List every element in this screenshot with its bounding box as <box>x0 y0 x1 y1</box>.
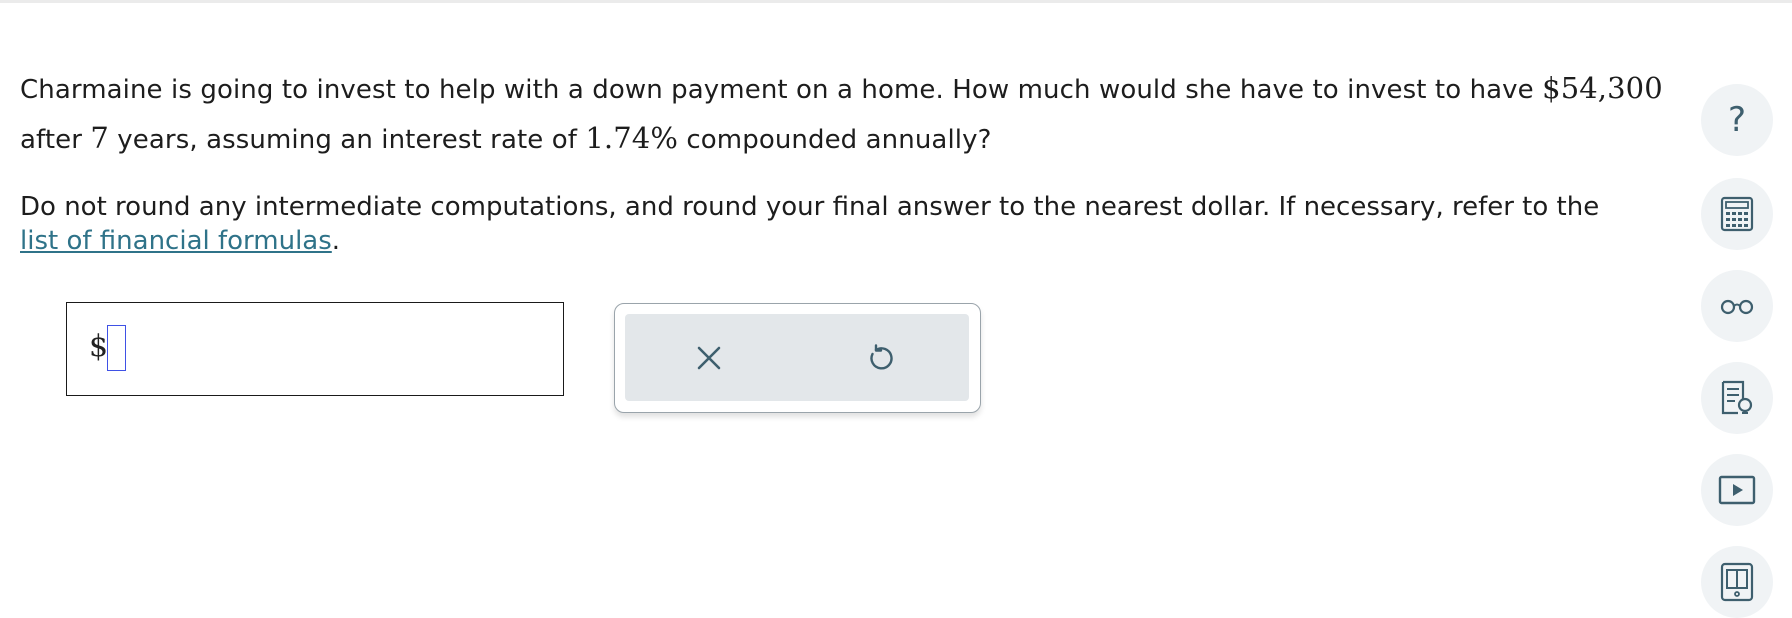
explanation-button[interactable] <box>1701 362 1773 434</box>
clear-button[interactable] <box>687 336 731 380</box>
calculator-button[interactable] <box>1701 178 1773 250</box>
problem-text-1: Charmaine is going to invest to help wit… <box>20 75 1543 105</box>
ebook-button[interactable] <box>1701 546 1773 618</box>
video-button[interactable] <box>1701 454 1773 526</box>
rate-value: 1.74% <box>585 121 679 155</box>
action-panel <box>614 303 981 413</box>
problem-text-3: years, assuming an interest rate of <box>108 125 586 155</box>
lightbulb-document-icon <box>1721 380 1753 415</box>
book-icon <box>1720 562 1754 602</box>
undo-button[interactable] <box>859 336 903 380</box>
instructions: Do not round any intermediate computatio… <box>20 190 1720 258</box>
video-play-icon <box>1718 475 1756 505</box>
instructions-text: Do not round any intermediate computatio… <box>20 192 1600 222</box>
problem-text-4: compounded annually? <box>678 125 992 155</box>
currency-symbol: $ <box>89 329 109 364</box>
action-panel-inner <box>625 314 969 401</box>
question-icon: ? <box>1727 100 1747 140</box>
amount-value: $54,300 <box>1542 71 1663 105</box>
answer-box: $ <box>66 302 564 396</box>
answer-input[interactable] <box>107 325 126 371</box>
years-value: 7 <box>90 121 109 155</box>
instructions-period: . <box>331 226 341 256</box>
undo-icon <box>870 344 893 370</box>
glasses-icon <box>1720 299 1754 315</box>
calculator-icon <box>1720 196 1754 232</box>
close-icon <box>697 346 721 370</box>
problem-statement: Charmaine is going to invest to help wit… <box>20 64 1770 164</box>
financial-formulas-link[interactable]: list of financial formulas <box>20 226 332 256</box>
top-border <box>0 0 1792 3</box>
problem-text-2: after <box>20 125 91 155</box>
help-button[interactable]: ? <box>1701 84 1773 156</box>
reader-button[interactable] <box>1701 270 1773 342</box>
